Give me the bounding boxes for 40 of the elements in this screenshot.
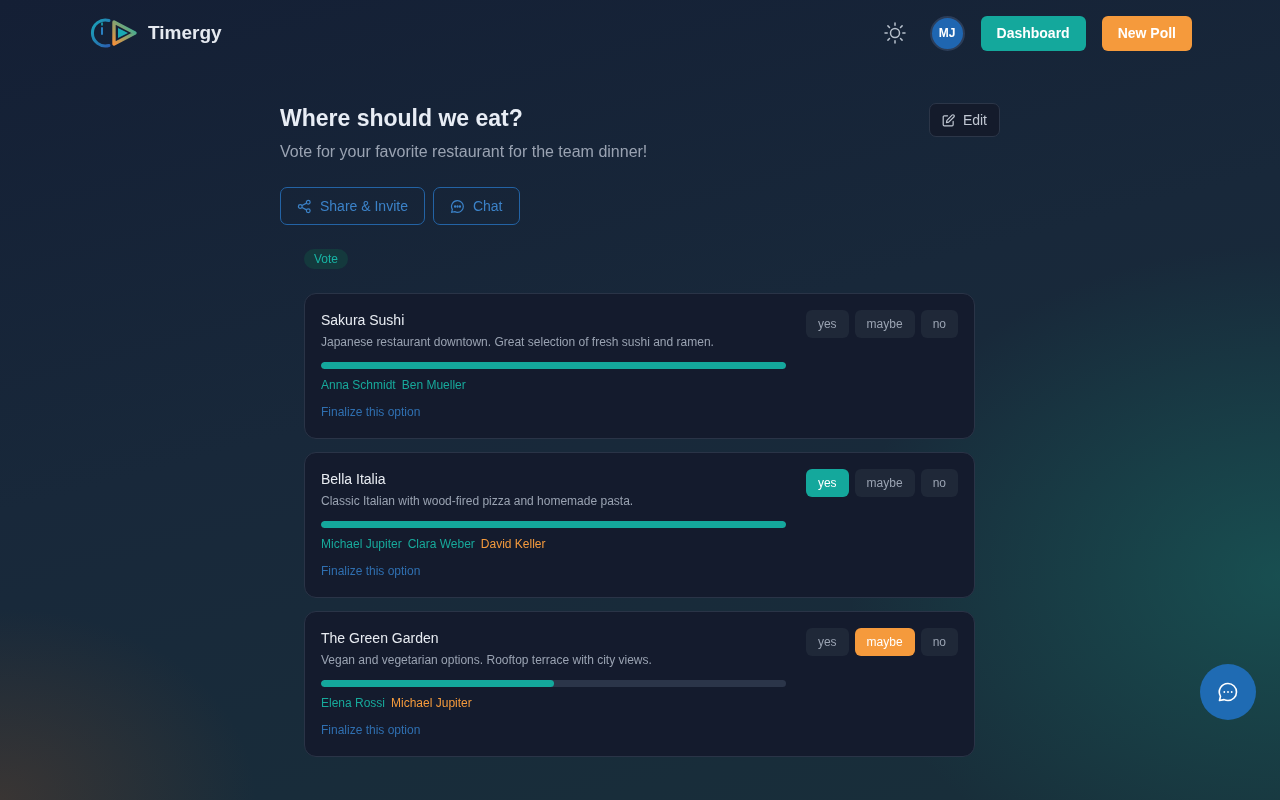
sun-icon[interactable] bbox=[883, 22, 906, 44]
voter-name: Michael Jupiter bbox=[321, 536, 402, 553]
voter-name: Ben Mueller bbox=[401, 377, 466, 394]
brand-name: Timergy bbox=[148, 20, 222, 45]
finalize-link[interactable]: Finalize this option bbox=[321, 562, 421, 580]
chat-icon bbox=[449, 198, 465, 214]
response-button[interactable]: maybe bbox=[854, 310, 915, 338]
user-avatar[interactable]: MJ bbox=[929, 15, 965, 51]
poll-description: Vote for your favorite restaurant for the team dinner! bbox=[280, 142, 648, 162]
response-button[interactable]: yes bbox=[805, 628, 849, 656]
dashboard-button[interactable]: Dashboard bbox=[980, 15, 1086, 51]
voter-name: Anna Schmidt bbox=[321, 377, 396, 394]
voter-name: David Keller bbox=[480, 536, 546, 553]
voter-name: Clara Weber bbox=[407, 536, 475, 553]
response-button[interactable]: no bbox=[920, 310, 958, 338]
share-button[interactable]: Share & Invite bbox=[280, 187, 425, 225]
response-button[interactable]: yes bbox=[805, 469, 849, 497]
finalize-link[interactable]: Finalize this option bbox=[321, 403, 421, 421]
response-button[interactable]: no bbox=[920, 469, 958, 497]
logo-icon bbox=[88, 16, 140, 50]
edit-button[interactable]: Edit bbox=[928, 103, 1000, 137]
response-button[interactable]: no bbox=[920, 628, 958, 656]
response-button[interactable]: yes bbox=[805, 310, 849, 338]
finalize-link[interactable]: Finalize this option bbox=[321, 721, 421, 739]
option-name: Sakura Sushi bbox=[321, 311, 406, 330]
option-description: Vegan and vegetarian options. Rooftop terrace with city views. bbox=[321, 652, 653, 669]
response-button[interactable]: maybe bbox=[854, 469, 915, 497]
share-icon bbox=[297, 198, 312, 214]
option-description: Classic Italian with wood-fired pizza and homemade pasta. bbox=[321, 493, 635, 510]
option-name: The Green Garden bbox=[321, 629, 440, 648]
chat-button[interactable]: Chat bbox=[432, 187, 520, 225]
chat-button[interactable] bbox=[1200, 664, 1256, 720]
option-name: Bella Italia bbox=[321, 470, 387, 489]
voter-name: Elena Rossi bbox=[321, 695, 386, 712]
vote-tab[interactable]: Vote bbox=[304, 249, 349, 269]
option-description: Japanese restaurant downtown. Great selection of fresh sushi and ramen. bbox=[321, 334, 715, 351]
chat-icon bbox=[1217, 681, 1239, 703]
voter-name: Michael Jupiter bbox=[391, 695, 472, 712]
edit-icon bbox=[941, 113, 955, 127]
poll-title: Where should we eat? bbox=[280, 104, 524, 133]
